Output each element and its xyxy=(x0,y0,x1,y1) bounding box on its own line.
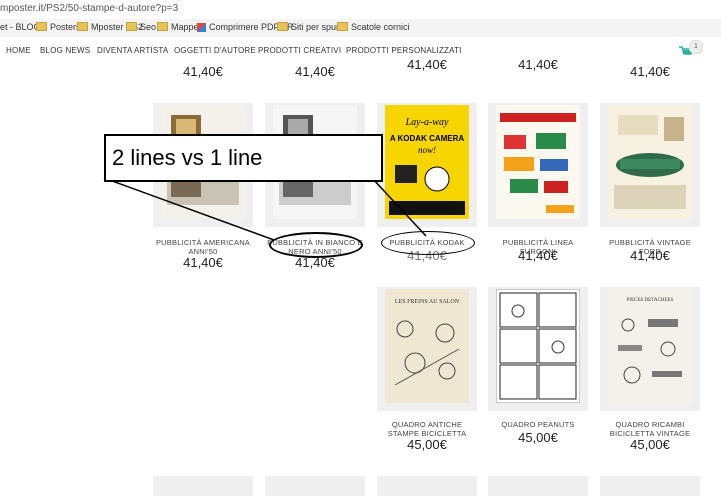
cart-count-badge: 1 xyxy=(689,40,703,54)
bookmark-scatole-cornici[interactable]: Scatole cornici xyxy=(337,22,410,32)
bookmark-mappe[interactable]: Mappe xyxy=(157,22,199,32)
bookmark-blog[interactable]: et - BLOG xyxy=(0,22,41,32)
svg-text:now!: now! xyxy=(418,145,436,155)
poster-image xyxy=(608,105,692,219)
bookmark-posters[interactable]: Posters xyxy=(36,22,81,32)
svg-text:LES FREINS AU SALON: LES FREINS AU SALON xyxy=(395,299,460,305)
product-price: 41,40€ xyxy=(295,64,335,79)
poster-image: PIECES DETACHEES xyxy=(608,289,692,403)
main-nav: HOME BLOG NEWS DIVENTA ARTISTA OGGETTI D… xyxy=(0,37,721,63)
product-price: 41,40€ xyxy=(407,57,447,72)
product-card-partial[interactable] xyxy=(265,476,365,496)
poster-image: Lay-a-way A KODAK CAMERA now! xyxy=(385,105,469,219)
bookmarks-bar: et - BLOG Posters Mposter PS2 Seo Mappe … xyxy=(0,19,721,38)
product-title[interactable]: PUBBLICITÀ AMERICANA ANNI'50 xyxy=(153,238,253,256)
product-price: 41,40€ xyxy=(183,64,223,79)
product-price: 41,40€ xyxy=(630,64,670,79)
annotation-ellipse xyxy=(381,231,475,255)
product-price: 41,40€ xyxy=(518,248,558,263)
nav-home[interactable]: HOME xyxy=(6,46,31,55)
product-card-partial[interactable] xyxy=(153,476,253,496)
product-price: 41,40€ xyxy=(183,255,223,270)
pdf-icon xyxy=(197,23,206,32)
annotation-ellipse xyxy=(269,232,363,258)
svg-text:A KODAK CAMERA: A KODAK CAMERA xyxy=(390,134,465,143)
product-card-kodak[interactable]: Lay-a-way A KODAK CAMERA now! xyxy=(377,103,477,227)
nav-prodotti-creativi[interactable]: PRODOTTI CREATIVI xyxy=(258,46,341,55)
product-price: 41,40€ xyxy=(630,248,670,263)
bookmark-seo[interactable]: Seo xyxy=(126,22,156,32)
poster-image xyxy=(496,289,580,403)
folder-icon xyxy=(126,22,137,31)
folder-icon xyxy=(337,22,348,31)
product-price: 45,00€ xyxy=(518,430,558,445)
product-card-peanuts[interactable] xyxy=(488,287,588,411)
product-card-partial[interactable] xyxy=(377,476,477,496)
folder-icon xyxy=(157,22,168,31)
product-title[interactable]: QUADRO RICAMBI BICICLETTA VINTAGE xyxy=(600,420,700,438)
nav-diventa-artista[interactable]: DIVENTA ARTISTA xyxy=(97,46,168,55)
product-price: 45,00€ xyxy=(630,437,670,452)
url-text[interactable]: mposter.it/PS2/50-stampe-d-autore?p=3 xyxy=(0,3,178,14)
product-title[interactable]: QUADRO ANTICHE STAMPE BICICLETTA xyxy=(377,420,477,438)
product-card-partial[interactable] xyxy=(600,476,700,496)
folder-icon xyxy=(277,22,288,31)
product-card-ford[interactable] xyxy=(600,103,700,227)
address-bar[interactable]: mposter.it/PS2/50-stampe-d-autore?p=3 xyxy=(0,0,721,20)
folder-icon xyxy=(36,22,47,31)
product-card-stampe-bicicletta[interactable]: LES FREINS AU SALON xyxy=(377,287,477,411)
product-card-furgoni[interactable] xyxy=(488,103,588,227)
nav-blog-news[interactable]: BLOG NEWS xyxy=(40,46,90,55)
poster-image xyxy=(496,105,580,219)
product-title[interactable]: QUADRO PEANUTS xyxy=(488,420,588,429)
annotation-callout: 2 lines vs 1 line xyxy=(104,134,383,182)
nav-oggetti-autore[interactable]: OGGETTI D'AUTORE xyxy=(174,46,256,55)
svg-text:PIECES DETACHEES: PIECES DETACHEES xyxy=(627,298,674,303)
poster-image: LES FREINS AU SALON xyxy=(385,289,469,403)
bookmark-siti-spunti[interactable]: Siti per spunti xyxy=(277,22,346,32)
product-price: 45,00€ xyxy=(407,437,447,452)
product-card-partial[interactable] xyxy=(488,476,588,496)
svg-text:Lay-a-way: Lay-a-way xyxy=(405,117,449,128)
folder-icon xyxy=(77,22,88,31)
nav-prodotti-personalizzati[interactable]: PRODOTTI PERSONALIZZATI xyxy=(346,46,462,55)
product-price: 41,40€ xyxy=(518,57,558,72)
annotation-label: 2 lines vs 1 line xyxy=(112,145,263,170)
product-card-ricambi-bicicletta[interactable]: PIECES DETACHEES xyxy=(600,287,700,411)
